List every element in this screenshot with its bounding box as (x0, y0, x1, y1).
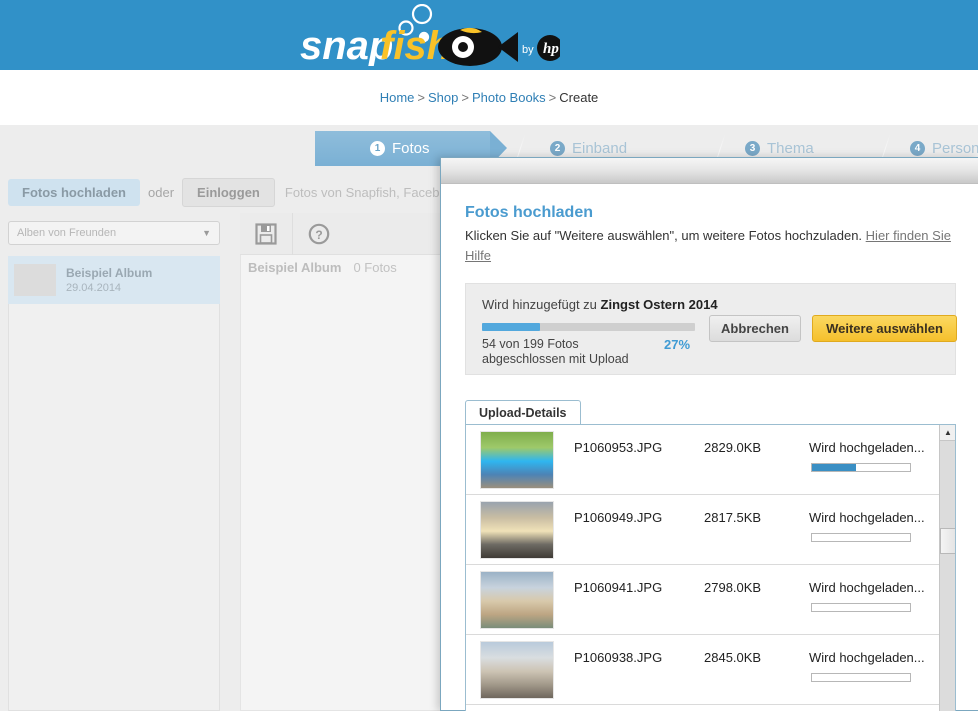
snapfish-logo-svg: snap fish by hp (300, 4, 560, 66)
help-button[interactable]: ? (293, 213, 345, 255)
scroll-up-arrow-icon[interactable]: ▲ (940, 425, 955, 441)
save-floppy-icon (255, 222, 277, 245)
table-row: P1060941.JPG 2798.0KB Wird hochgeladen... (466, 565, 939, 635)
oder-label: oder (148, 185, 175, 200)
tab-upload-details[interactable]: Upload-Details (465, 400, 581, 424)
file-progress-track (811, 463, 911, 472)
page-root: snap fish by hp Home > Shop > Photo Books > Cr… (0, 0, 978, 711)
upload-status-box: Wird hinzugefügt zu Zingst Ostern 2014 5… (465, 283, 957, 375)
overall-progress-percent: 27% (664, 337, 691, 352)
step-number-1: 1 (370, 141, 385, 156)
save-button[interactable] (240, 213, 292, 255)
breadcrumb-item-home[interactable]: Home (380, 90, 415, 105)
upload-modal: Fotos hochladen Klicken Sie auf "Weitere… (440, 157, 978, 711)
select-more-button[interactable]: Weitere auswählen (812, 315, 957, 342)
modal-subtitle-text: Klicken Sie auf "Weitere auswählen", um … (465, 228, 863, 243)
upload-target-album: Zingst Ostern 2014 (600, 297, 718, 312)
overall-progress-caption: 54 von 199 Fotos abgeschlossen mit Uploa… (482, 337, 642, 367)
file-progress-fill (812, 464, 857, 471)
chevron-down-icon: ▼ (202, 228, 211, 238)
file-thumbnail (480, 571, 554, 629)
step-label-einband: Einband (572, 140, 628, 157)
upload-file-list: P1060953.JPG 2829.0KB Wird hochgeladen... P… (466, 425, 939, 711)
modal-titlebar[interactable] (441, 158, 978, 184)
svg-text:?: ? (315, 228, 322, 242)
cancel-button[interactable]: Abbrechen (709, 315, 801, 342)
progress-caption-line2: abgeschlossen mit Upload (482, 352, 629, 366)
table-row: P1060949.JPG 2817.5KB Wird hochgeladen... (466, 495, 939, 565)
help-question-icon: ? (308, 223, 330, 244)
file-progress-track (811, 603, 911, 612)
album-list-panel (8, 304, 220, 711)
file-thumbnail (480, 431, 554, 489)
modal-title: Fotos hochladen (465, 204, 593, 221)
upload-target-prefix: Wird hinzugefügt zu (482, 297, 597, 312)
svg-text:hp: hp (543, 41, 559, 57)
file-size: 2845.0KB (704, 650, 762, 665)
step-number-3: 3 (745, 141, 760, 156)
album-item-date: 29.04.2014 (66, 281, 122, 294)
album-item-name: Beispiel Album (66, 265, 153, 280)
tab-fotos-hochladen[interactable]: Fotos hochladen (8, 179, 140, 206)
file-name: P1060953.JPG (574, 440, 663, 455)
file-status: Wird hochgeladen... (809, 650, 925, 665)
details-tab-row: Upload-Details (465, 400, 956, 424)
album-source-select[interactable]: Alben von Freunden ▼ (8, 221, 220, 245)
current-album-name: Beispiel Album (248, 260, 342, 275)
file-name: P1060949.JPG (574, 510, 663, 525)
step-label-thema: Thema (767, 140, 814, 157)
album-list-item[interactable]: Beispiel Album 29.04.2014 (8, 256, 220, 304)
breadcrumb-item-create: Create (559, 90, 599, 105)
current-album-count: 0 Fotos (353, 260, 397, 275)
step-label-person: Person (932, 140, 978, 157)
breadcrumb-item-photo-books[interactable]: Photo Books (472, 90, 546, 105)
breadcrumb-separator: > (417, 90, 425, 105)
file-size: 2817.5KB (704, 510, 762, 525)
upload-source-tabs: Fotos hochladen oder Einloggen Fotos von Sn… (8, 178, 486, 207)
tab-einloggen[interactable]: Einloggen (182, 178, 275, 207)
file-name: P1060938.JPG (574, 650, 663, 665)
album-source-select-value: Alben von Freunden (17, 227, 117, 239)
file-progress-track (811, 533, 911, 542)
modal-body: Fotos hochladen Klicken Sie auf "Weitere… (441, 184, 978, 711)
file-size: 2798.0KB (704, 580, 762, 595)
file-name: P1060941.JPG (574, 580, 663, 595)
site-header: snap fish by hp (0, 0, 978, 70)
step-label-fotos: Fotos (392, 140, 430, 157)
step-number-2: 2 (550, 141, 565, 156)
file-thumbnail (480, 501, 554, 559)
modal-subtitle: Klicken Sie auf "Weitere auswählen", um … (465, 226, 956, 266)
upload-target-line: Wird hinzugefügt zu Zingst Ostern 2014 (482, 297, 939, 312)
file-thumbnail (480, 641, 554, 699)
file-progress-track (811, 673, 911, 682)
table-row: P1060953.JPG 2829.0KB Wird hochgeladen... (466, 425, 939, 495)
upload-file-list-frame: P1060953.JPG 2829.0KB Wird hochgeladen... P… (465, 424, 956, 711)
overall-progress-fill (482, 323, 540, 331)
scrollbar-thumb[interactable] (940, 528, 955, 554)
breadcrumb-item-shop[interactable]: Shop (428, 90, 458, 105)
breadcrumb-separator: > (461, 90, 469, 105)
file-status: Wird hochgeladen... (809, 440, 925, 455)
album-thumbnail (14, 264, 56, 296)
step-number-4: 4 (910, 141, 925, 156)
file-status: Wird hochgeladen... (809, 510, 925, 525)
breadcrumb-band: Home > Shop > Photo Books > Create (0, 70, 978, 125)
breadcrumb: Home > Shop > Photo Books > Create (0, 90, 978, 105)
file-size: 2829.0KB (704, 440, 762, 455)
table-row: P1060932.JPG2801.0KBWird hochgeladen... (466, 705, 939, 711)
table-row: P1060938.JPG 2845.0KB Wird hochgeladen... (466, 635, 939, 705)
file-list-scrollbar[interactable]: ▲ (939, 425, 955, 711)
progress-caption-line1: 54 von 199 Fotos (482, 337, 579, 351)
overall-progress-track (482, 323, 695, 331)
file-status: Wird hochgeladen... (809, 580, 925, 595)
svg-text:by: by (522, 44, 534, 56)
snapfish-logo[interactable]: snap fish by hp (300, 4, 560, 66)
breadcrumb-separator: > (548, 90, 557, 105)
